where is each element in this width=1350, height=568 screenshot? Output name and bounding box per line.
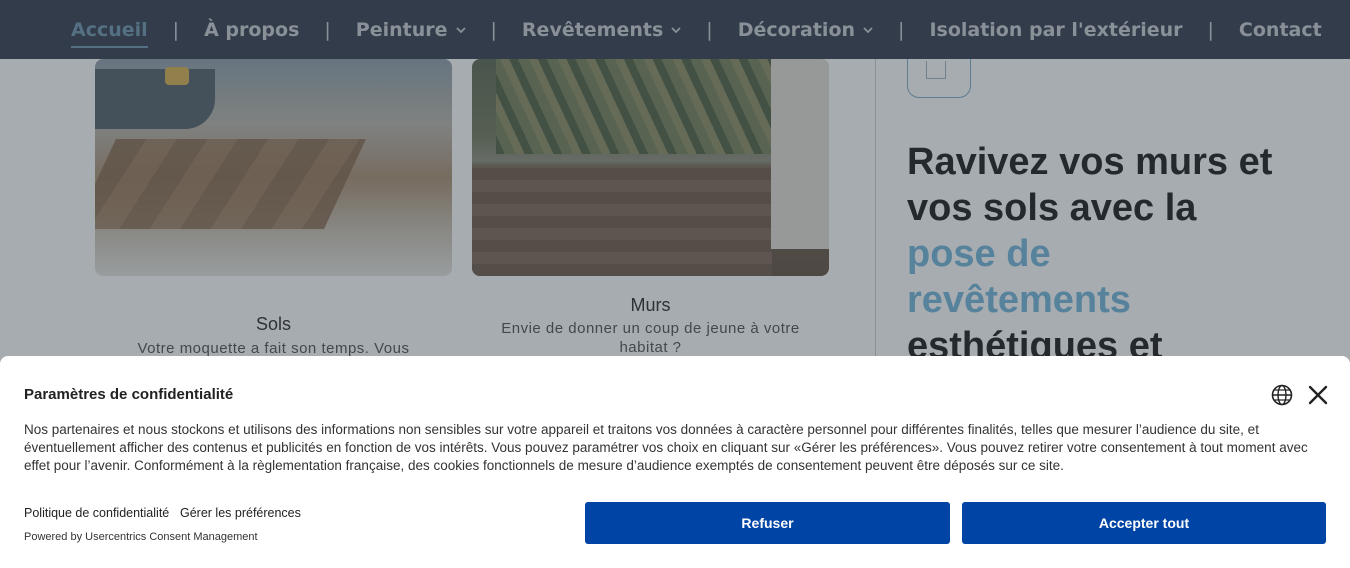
manage-preferences-link[interactable]: Gérer les préférences <box>180 506 301 520</box>
consent-banner: Paramètres de confidentialité Nos parten… <box>0 356 1350 568</box>
refuse-button[interactable]: Refuser <box>585 502 950 544</box>
close-icon[interactable] <box>1308 385 1328 405</box>
powered-by: Powered by Usercentrics Consent Manageme… <box>24 531 258 543</box>
globe-icon[interactable] <box>1271 384 1293 406</box>
accept-all-button[interactable]: Accepter tout <box>962 502 1326 544</box>
consent-title: Paramètres de confidentialité <box>24 386 234 403</box>
privacy-policy-link[interactable]: Politique de confidentialité <box>24 506 169 520</box>
consent-text: Nos partenaires et nous stockons et util… <box>24 422 1308 473</box>
